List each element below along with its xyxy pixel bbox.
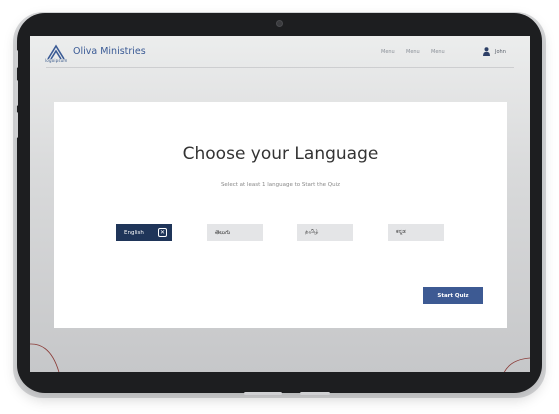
language-option-telugu[interactable]: తెలుగు: [207, 224, 263, 241]
brand-name[interactable]: Oliva Ministries: [73, 46, 146, 57]
language-label: தமிழ்: [305, 229, 319, 235]
language-modal: Choose your Language Select at least 1 l…: [54, 102, 507, 328]
device-bottom-tab: [300, 392, 330, 395]
close-icon[interactable]: ✕: [158, 228, 167, 237]
app-screen: logoipsum Oliva Ministries Menu Menu Men…: [30, 36, 530, 372]
language-option-english[interactable]: English ✕: [116, 224, 172, 241]
modal-subtitle: Select at least 1 language to Start the …: [220, 182, 341, 188]
nav-menu-item[interactable]: Menu: [431, 49, 445, 55]
device-bottom-tab: [244, 392, 282, 395]
language-option-kannada[interactable]: ಕನ್ನಡ: [388, 224, 444, 241]
language-label: ಕನ್ನಡ: [396, 229, 406, 235]
top-navigation: logoipsum Oliva Ministries Menu Menu Men…: [30, 36, 530, 66]
user-icon[interactable]: [483, 47, 490, 56]
nav-menu-item[interactable]: Menu: [381, 49, 395, 55]
nav-menu-item[interactable]: Menu: [406, 49, 420, 55]
device-side-button: [15, 112, 18, 138]
decorative-curve: [30, 343, 60, 372]
camera-icon: [276, 20, 283, 27]
nav-divider: [46, 67, 514, 68]
modal-title: Choose your Language: [182, 144, 379, 164]
language-option-tamil[interactable]: தமிழ்: [297, 224, 353, 241]
language-label: English: [124, 229, 144, 236]
language-label: తెలుగు: [215, 229, 231, 236]
logo-caption: logoipsum: [45, 58, 68, 63]
start-quiz-button[interactable]: Start Quiz: [423, 287, 483, 304]
device-side-button: [15, 80, 18, 106]
device-side-button: [15, 50, 18, 68]
decorative-curve: [503, 357, 530, 372]
user-name[interactable]: John: [495, 49, 506, 55]
